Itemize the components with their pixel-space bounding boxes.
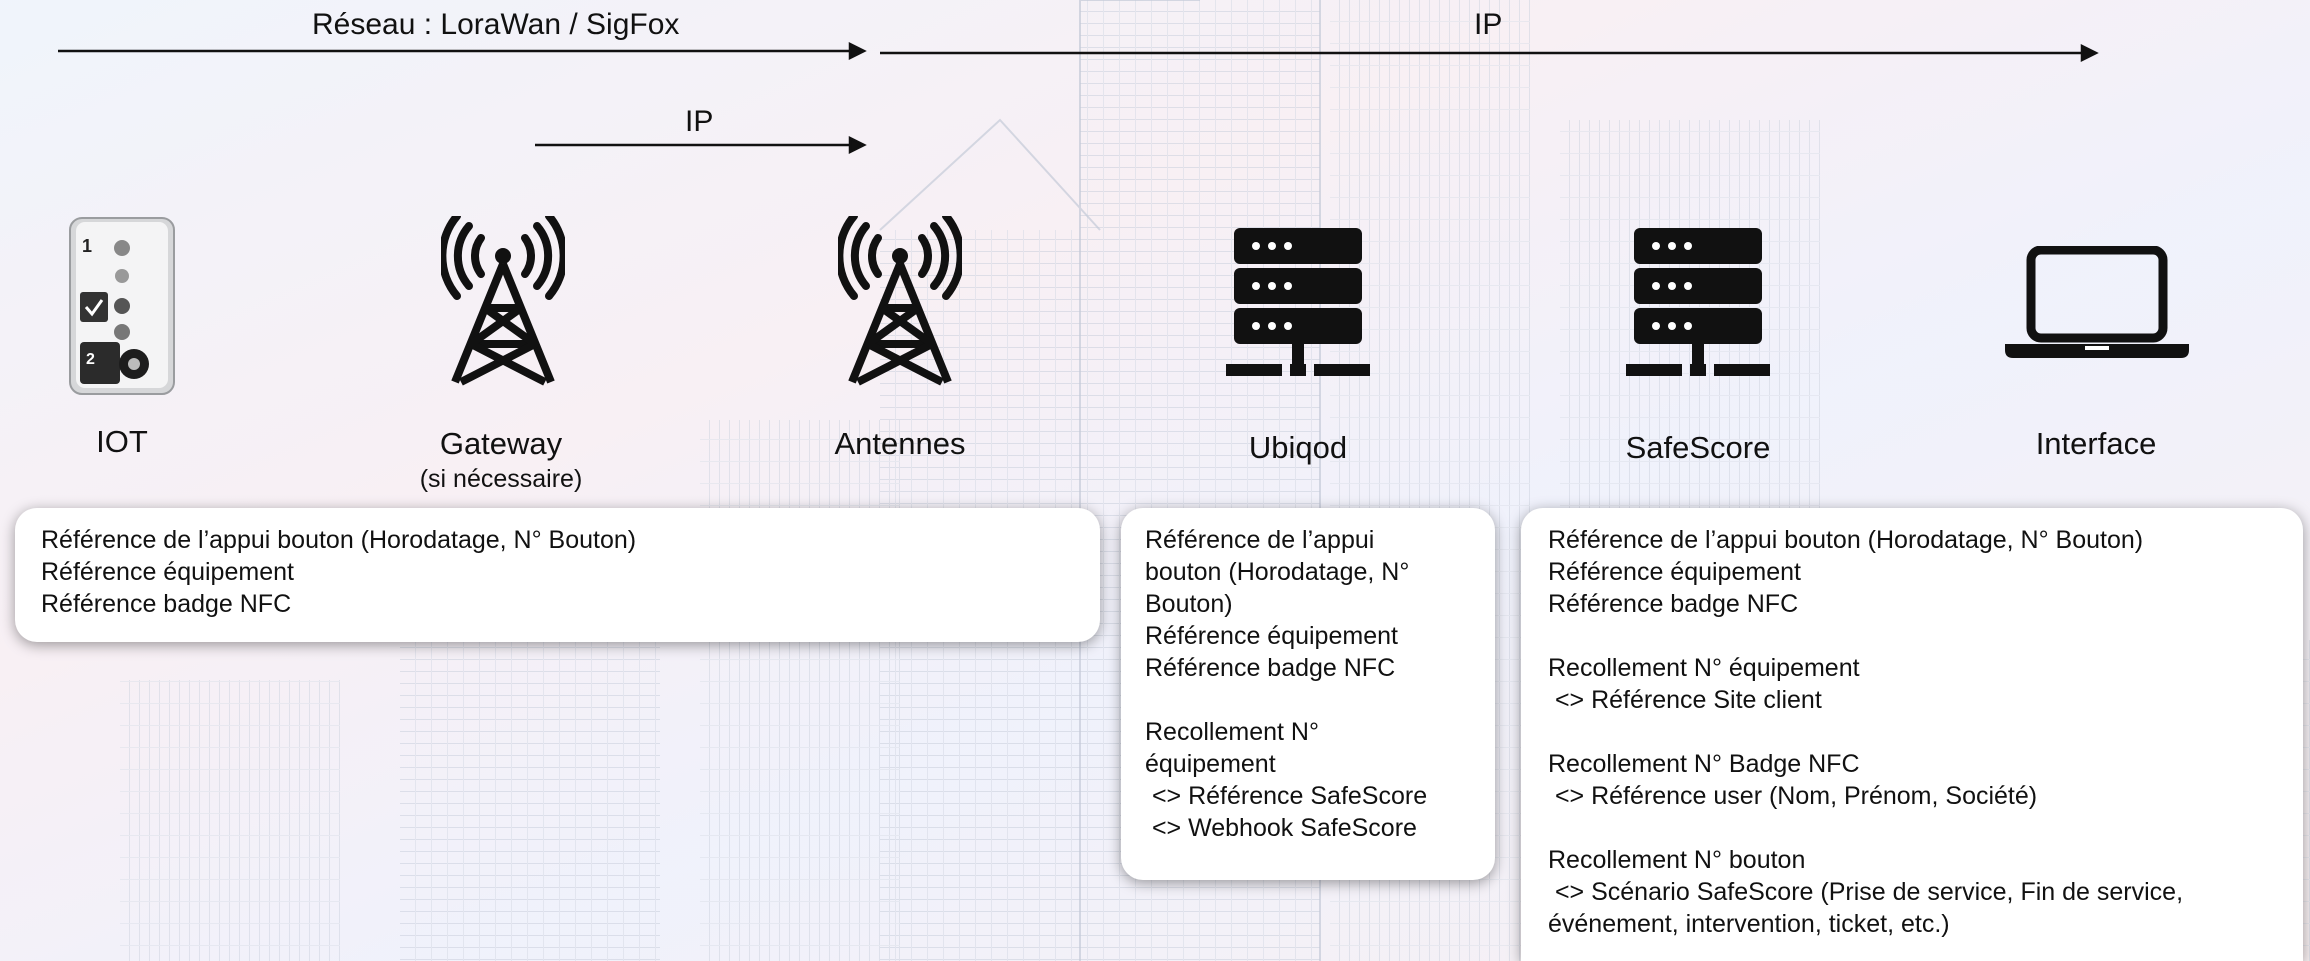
card-spacer <box>1548 620 2303 652</box>
card-line: <> Scénario SafeScore (Prise de service,… <box>1548 878 2184 906</box>
node-sublabel-gateway: (si nécessaire) <box>419 465 583 493</box>
card-line: <> Référence SafeScore <box>1145 782 1428 810</box>
card-line: <> Référence Site client <box>1548 686 1822 714</box>
card-line: bouton (Horodatage, N° <box>1145 558 1410 586</box>
card-line: Référence équipement <box>1145 622 1398 650</box>
card-spacer <box>1548 716 2303 748</box>
network-label: Réseau : LoraWan / SigFox <box>312 8 680 41</box>
card-line: Recollement N° Badge NFC <box>1548 750 1860 778</box>
card-line: Référence badge NFC <box>41 590 292 618</box>
card-line: <> Référence user (Nom, Prénom, Société) <box>1548 782 2038 810</box>
card-line: Recollement N° équipement <box>1548 654 1860 682</box>
server-icon <box>1226 228 1370 376</box>
card-line: Bouton) <box>1145 590 1233 618</box>
safescore-info-card: Référence de l’appui bouton (Horodatage,… <box>1521 508 2303 961</box>
ip-top-arrow-head <box>2080 43 2099 63</box>
ip-gateway-label: IP <box>685 105 714 138</box>
ubiqod-info-card: Référence de l’appui bouton (Horodatage,… <box>1121 508 1495 880</box>
card-spacer <box>1548 812 2303 844</box>
card-line: Référence équipement <box>1548 558 1801 586</box>
iot-step1: 1 <box>82 236 92 256</box>
card-line: Référence badge NFC <box>1548 590 1799 618</box>
node-label-safescore: SafeScore <box>1625 430 1771 465</box>
node-label-antennes: Antennes <box>834 426 966 461</box>
device-info-card: Référence de l’appui bouton (Horodatage,… <box>15 508 1100 642</box>
server-icon <box>1626 228 1770 376</box>
antenna-tower-icon <box>441 216 565 386</box>
node-label-ubiqod: Ubiqod <box>1248 430 1348 465</box>
node-label-iot: IOT <box>96 424 148 459</box>
card-spacer <box>1145 684 1495 716</box>
card-line: Recollement N° <box>1145 718 1319 746</box>
iot-step2: 2 <box>86 351 95 368</box>
card-line: Référence badge NFC <box>1145 654 1396 682</box>
card-line: Référence de l’appui bouton (Horodatage,… <box>1548 526 2144 554</box>
card-line: Recollement N° bouton <box>1548 846 1806 874</box>
card-line: Référence de l’appui bouton (Horodatage,… <box>41 526 637 554</box>
node-label-interface: Interface <box>2035 426 2157 461</box>
card-line: <> Webhook SafeScore <box>1145 814 1417 842</box>
iot-device-icon: 1 2 <box>69 217 175 395</box>
card-line: Référence équipement <box>41 558 294 586</box>
network-arrow-head <box>848 41 867 61</box>
antenna-tower-icon <box>838 216 962 386</box>
node-label-gateway: Gateway <box>439 426 563 461</box>
laptop-icon <box>2005 246 2189 358</box>
card-line: Référence de l’appui <box>1145 526 1375 554</box>
ip-gateway-arrow-head <box>848 135 867 155</box>
ip-top-label: IP <box>1474 8 1503 41</box>
card-line: équipement <box>1145 750 1276 778</box>
card-line: événement, intervention, ticket, etc.) <box>1548 910 1950 938</box>
